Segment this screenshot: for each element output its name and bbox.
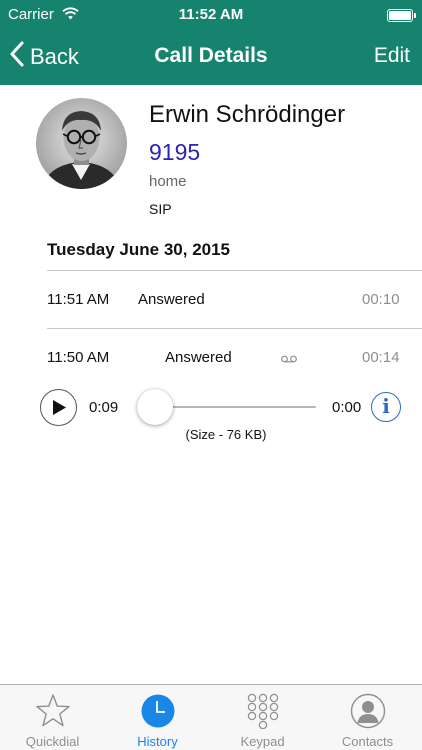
elapsed-time: 0:09 [89,399,119,416]
tab-label: Contacts [341,734,394,749]
call-status: Answered [138,291,205,308]
number-type-label: home [149,173,187,190]
call-time: 11:50 AM [47,349,110,366]
tab-label: Quickdial [25,734,80,749]
divider [47,270,422,271]
tab-bar: Quickdial History Keypad Contacts [0,684,422,750]
play-button[interactable] [40,389,77,426]
call-duration: 00:10 [362,291,400,308]
protocol-label: SIP [149,201,172,217]
remaining-time: 0:00 [332,399,362,416]
status-time: 11:52 AM [178,6,244,23]
navigation-bar: Back Call Details Edit [0,30,422,85]
playback-track[interactable] [155,406,316,408]
page-title: Call Details [154,44,268,67]
star-icon [35,693,71,734]
keypad-icon [245,693,281,734]
tab-keypad[interactable]: Keypad [210,685,315,750]
call-time: 11:51 AM [47,291,110,308]
play-icon [53,400,66,415]
voicemail-icon [281,350,297,368]
tab-label: Keypad [240,734,285,749]
call-duration: 00:14 [362,349,400,366]
avatar [36,98,127,189]
battery-icon [387,9,416,22]
tab-contacts[interactable]: Contacts [315,685,420,750]
call-status: Answered [165,349,232,366]
tab-history[interactable]: History [105,685,210,750]
tab-label: History [137,734,178,749]
clock-icon [140,693,176,734]
contact-icon [350,693,386,734]
recording-size: (Size - 76 KB) [185,427,267,442]
status-bar: Carrier 11:52 AM [0,0,422,30]
info-icon: i [382,394,390,418]
playback-slider-thumb[interactable] [137,389,173,425]
tab-quickdial[interactable]: Quickdial [0,685,105,750]
info-button[interactable]: i [371,392,401,422]
contact-name: Erwin Schrödinger [149,101,346,128]
edit-button[interactable]: Edit [374,44,410,68]
divider [47,328,422,329]
date-header: Tuesday June 30, 2015 [47,240,231,259]
contact-number[interactable]: 9195 [149,139,200,166]
